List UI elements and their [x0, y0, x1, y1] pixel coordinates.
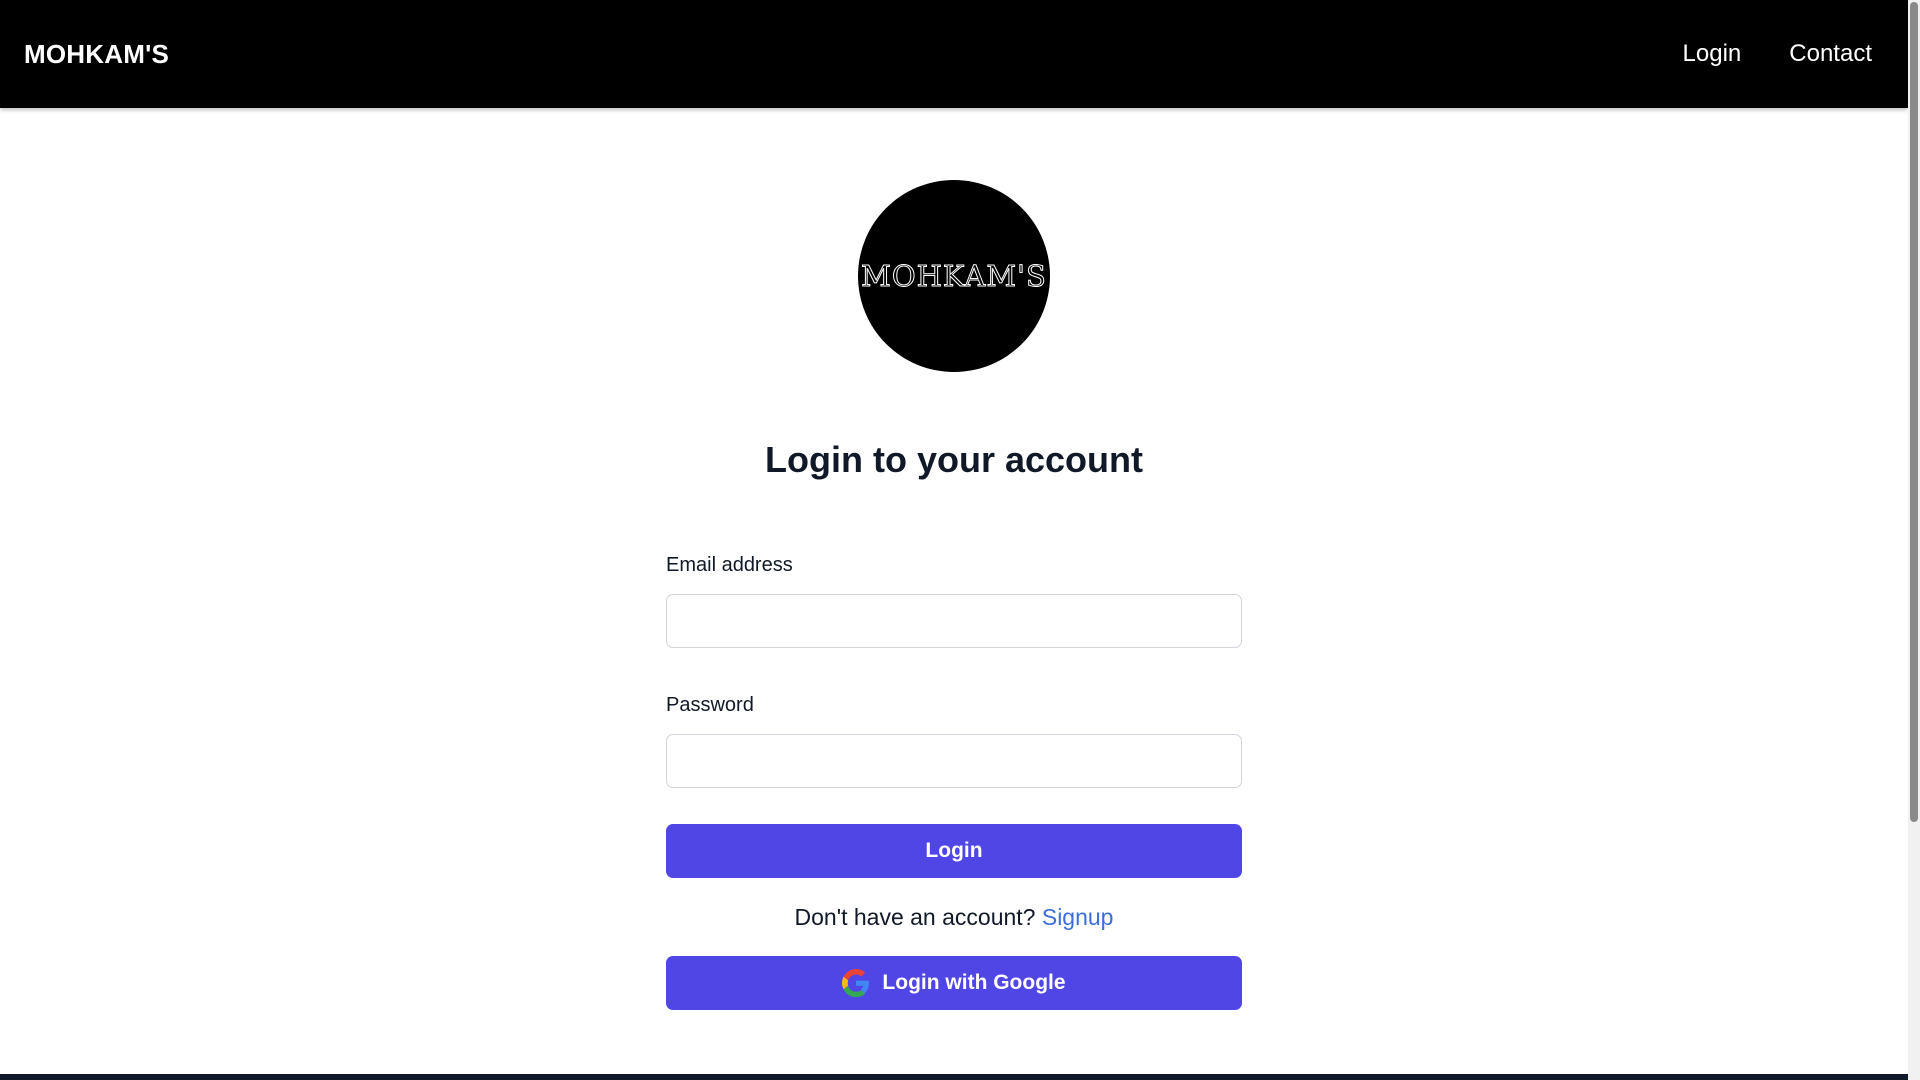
footer-edge [0, 1074, 1908, 1080]
top-navbar: MOHKAM'S Login Contact [0, 0, 1908, 108]
signup-prompt: Don't have an account? [794, 904, 1036, 930]
signup-link[interactable]: Signup [1042, 904, 1114, 930]
signup-row: Don't have an account? Signup [666, 902, 1242, 932]
nav-links: Login Contact [1683, 38, 1872, 70]
email-group: Email address [666, 548, 1242, 648]
password-field[interactable] [666, 734, 1242, 788]
password-group: Password [666, 688, 1242, 788]
password-label: Password [666, 694, 754, 716]
email-label: Email address [666, 554, 793, 576]
login-button[interactable]: Login [666, 824, 1242, 878]
logo-text: MOHKAM'S [861, 259, 1047, 294]
google-icon [842, 969, 870, 997]
brand-logo: MOHKAM'S [858, 180, 1050, 372]
nav-login-link[interactable]: Login [1683, 38, 1742, 70]
email-field[interactable] [666, 594, 1242, 648]
nav-contact-link[interactable]: Contact [1789, 38, 1872, 70]
scrollbar[interactable] [1908, 0, 1920, 1080]
google-login-button[interactable]: Login with Google [666, 956, 1242, 1010]
scrollbar-thumb[interactable] [1910, 2, 1918, 822]
page-title: Login to your account [765, 439, 1143, 480]
page: MOHKAM'S Login Contact MOHKAM'S Login to… [0, 0, 1908, 1080]
login-form: Email address Password Login Don't have … [666, 548, 1242, 1010]
google-button-label: Login with Google [882, 971, 1066, 994]
brand-link[interactable]: MOHKAM'S [24, 38, 169, 70]
